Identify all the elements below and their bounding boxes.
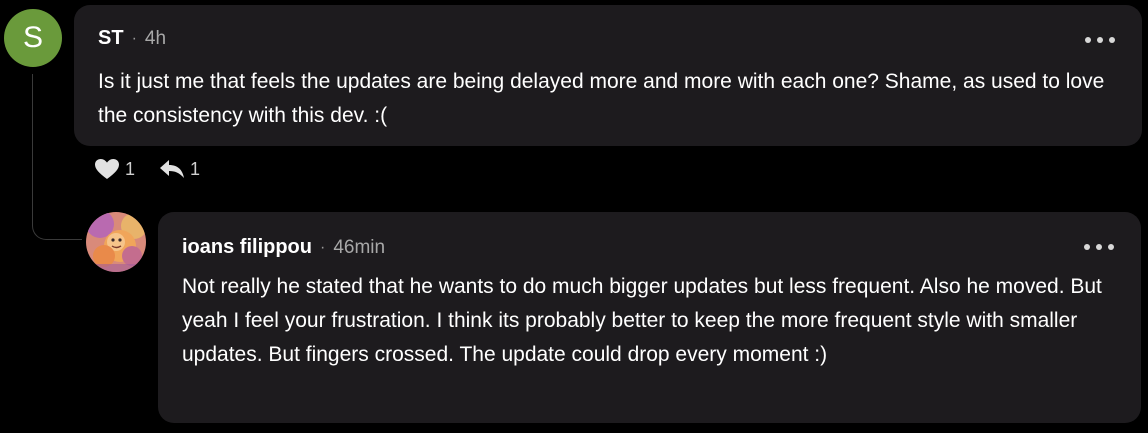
more-options-button[interactable] (1084, 239, 1114, 255)
comment-header: ST · 4h (98, 27, 166, 50)
comment-bubble: ST · 4h Is it just me that feels the upd… (74, 5, 1142, 146)
comment-timestamp: 46min (333, 236, 386, 258)
meta-separator: · (320, 238, 326, 256)
meta-separator: · (131, 29, 137, 47)
comment-header: ioans filippou · 46min (182, 236, 385, 259)
more-dot (1097, 37, 1103, 43)
comment-text: Not really he stated that he wants to do… (182, 275, 1102, 366)
more-dot (1109, 37, 1115, 43)
comment-text: Is it just me that feels the updates are… (98, 70, 1105, 127)
reply-count: 1 (190, 158, 201, 179)
comment-bubble: ioans filippou · 46min Not really he sta… (158, 212, 1141, 423)
reply-icon (160, 160, 185, 178)
user-avatar-image (86, 212, 146, 272)
like-count: 1 (125, 158, 136, 179)
comment-actions: 1 1 (94, 158, 200, 180)
like-button[interactable]: 1 (94, 158, 135, 180)
avatar[interactable] (86, 212, 146, 272)
comment-timestamp: 4h (144, 27, 167, 49)
heart-icon (95, 159, 119, 179)
comment-author[interactable]: ioans filippou (182, 236, 312, 259)
more-horizontal-icon (1085, 37, 1091, 43)
reply-button[interactable]: 1 (159, 158, 200, 180)
more-options-button[interactable] (1085, 32, 1115, 48)
more-horizontal-icon (1084, 244, 1090, 250)
more-dot (1108, 244, 1114, 250)
more-dot (1096, 244, 1102, 250)
avatar[interactable]: S (4, 9, 62, 67)
comment-author[interactable]: ST (98, 27, 124, 50)
